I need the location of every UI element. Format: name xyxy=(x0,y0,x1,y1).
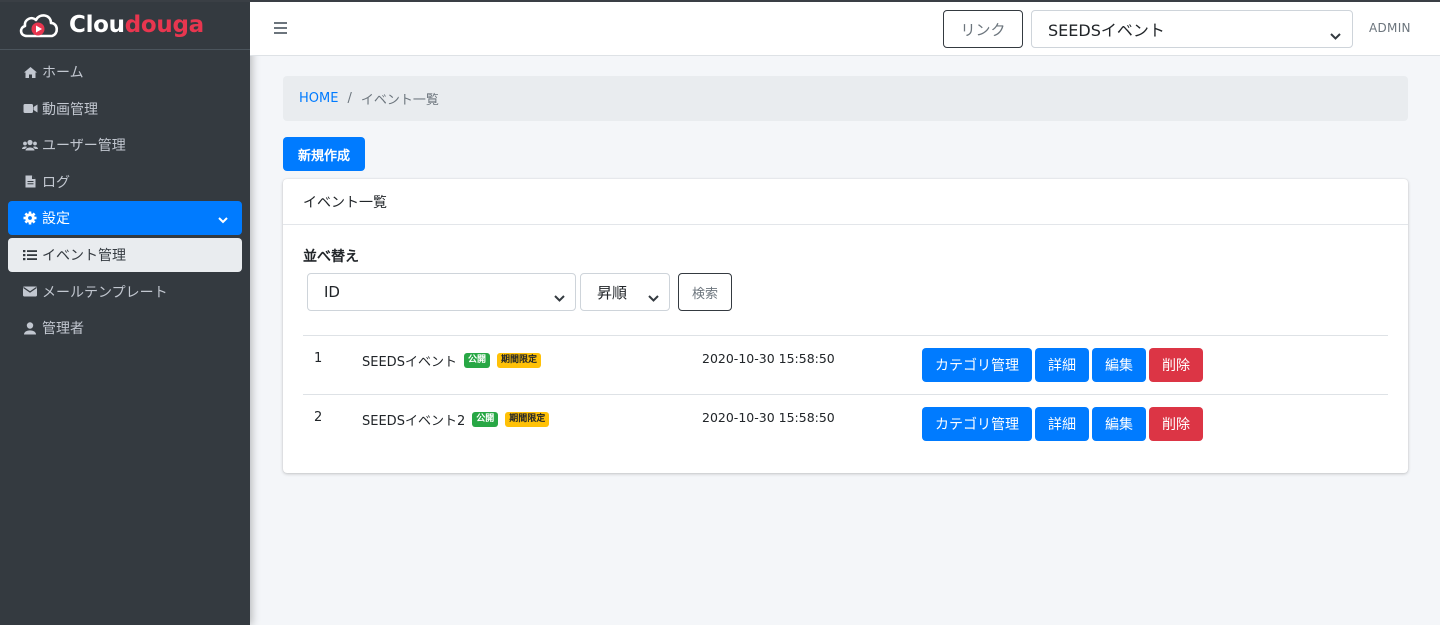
sidebar-item-label: 管理者 xyxy=(42,321,84,338)
sidebar-item-label: 動画管理 xyxy=(42,101,98,118)
sidebar-item-users[interactable]: ユーザー管理 xyxy=(8,128,242,162)
sort-field-value: ID xyxy=(324,283,340,301)
sidebar-item-admins[interactable]: 管理者 xyxy=(8,311,242,345)
sidebar-item-label: メールテンプレート xyxy=(42,284,168,301)
detail-button[interactable]: 詳細 xyxy=(1035,348,1089,382)
brand-name: Cloudouga xyxy=(69,11,204,38)
sidebar: Cloudouga ホーム 動画管理 ユーザー管理 ログ 設定 イベント管理 メ… xyxy=(0,0,250,625)
chevron-down-icon xyxy=(648,288,659,306)
sidebar-item-label: ユーザー管理 xyxy=(42,138,126,155)
edit-button[interactable]: 編集 xyxy=(1092,348,1146,382)
sidebar-item-logs[interactable]: ログ xyxy=(8,165,242,199)
event-name: SEEDSイベント2 xyxy=(362,414,466,429)
sidebar-item-home[interactable]: ホーム xyxy=(8,55,242,89)
new-event-button[interactable]: 新規作成 xyxy=(283,137,365,171)
public-badge: 公開 xyxy=(463,353,490,368)
sidebar-item-label: ホーム xyxy=(42,65,84,81)
sidebar-item-event-management[interactable]: イベント管理 xyxy=(8,237,242,272)
breadcrumb-current: イベント一覧 xyxy=(360,93,439,108)
breadcrumb: HOME / イベント一覧 xyxy=(283,76,1408,121)
sort-label: 並べ替え xyxy=(303,249,359,265)
file-icon xyxy=(22,175,38,189)
sidebar-item-videos[interactable]: 動画管理 xyxy=(8,92,242,126)
delete-button[interactable]: 削除 xyxy=(1149,348,1203,382)
event-select-value: SEEDSイベント xyxy=(1048,21,1165,40)
sidebar-item-settings[interactable]: 設定 xyxy=(8,201,242,236)
gear-icon xyxy=(22,211,38,225)
event-name-cell: SEEDSイベント2 公開 期間限定 xyxy=(362,410,550,429)
event-id: 2 xyxy=(314,410,323,425)
sidebar-nav: ホーム 動画管理 ユーザー管理 ログ 設定 イベント管理 メールテンプレート 管… xyxy=(0,50,250,345)
list-icon xyxy=(22,248,38,262)
breadcrumb-separator: / xyxy=(347,91,352,106)
breadcrumb-home-link[interactable]: HOME xyxy=(299,91,338,106)
row-actions: カテゴリ管理 詳細 編集 削除 xyxy=(922,348,1206,382)
category-manage-button[interactable]: カテゴリ管理 xyxy=(922,348,1032,382)
user-menu[interactable]: ADMIN xyxy=(1369,21,1411,35)
sidebar-item-label: イベント管理 xyxy=(42,247,126,264)
home-icon xyxy=(22,65,38,79)
sidebar-item-label: ログ xyxy=(42,174,70,191)
link-button[interactable]: リンク xyxy=(943,10,1023,48)
top-navbar: リンク SEEDSイベント ADMIN xyxy=(250,2,1440,56)
table-row: 1 SEEDSイベント 公開 期間限定 2020-10-30 15:58:50 … xyxy=(303,335,1388,394)
event-id: 1 xyxy=(314,351,323,366)
sort-field-select[interactable]: ID xyxy=(307,273,576,311)
search-button[interactable]: 検索 xyxy=(678,273,732,311)
limited-badge: 期間限定 xyxy=(505,412,550,427)
video-icon xyxy=(22,102,38,116)
event-name-cell: SEEDSイベント 公開 期間限定 xyxy=(362,351,541,370)
sort-order-value: 昇順 xyxy=(597,283,628,302)
window-top-edge xyxy=(0,0,1440,2)
cloud-play-icon xyxy=(19,13,59,37)
detail-button[interactable]: 詳細 xyxy=(1035,407,1089,441)
row-actions: カテゴリ管理 詳細 編集 削除 xyxy=(922,407,1206,441)
envelope-icon xyxy=(22,285,38,299)
users-icon xyxy=(22,138,38,152)
delete-button[interactable]: 削除 xyxy=(1149,407,1203,441)
event-date: 2020-10-30 15:58:50 xyxy=(702,410,835,425)
sidebar-item-mail-templates[interactable]: メールテンプレート xyxy=(8,275,242,309)
event-name: SEEDSイベント xyxy=(362,355,457,370)
chevron-down-icon xyxy=(218,212,228,228)
brand-logo[interactable]: Cloudouga xyxy=(0,0,250,50)
card-title: イベント一覧 xyxy=(283,179,1408,225)
hamburger-menu-icon[interactable] xyxy=(274,22,287,37)
chevron-down-icon xyxy=(554,288,565,306)
event-select[interactable]: SEEDSイベント xyxy=(1031,10,1353,48)
limited-badge: 期間限定 xyxy=(496,353,541,368)
category-manage-button[interactable]: カテゴリ管理 xyxy=(922,407,1032,441)
table-row: 2 SEEDSイベント2 公開 期間限定 2020-10-30 15:58:50… xyxy=(303,394,1388,453)
event-list-card: イベント一覧 並べ替え ID 昇順 検索 1 SEEDSイベント 公開 期間限定… xyxy=(283,179,1408,473)
sidebar-item-label: 設定 xyxy=(42,211,70,228)
chevron-down-icon xyxy=(1330,25,1341,44)
public-badge: 公開 xyxy=(472,412,499,427)
event-date: 2020-10-30 15:58:50 xyxy=(702,351,835,366)
sort-order-select[interactable]: 昇順 xyxy=(580,273,670,311)
edit-button[interactable]: 編集 xyxy=(1092,407,1146,441)
user-icon xyxy=(22,321,38,335)
